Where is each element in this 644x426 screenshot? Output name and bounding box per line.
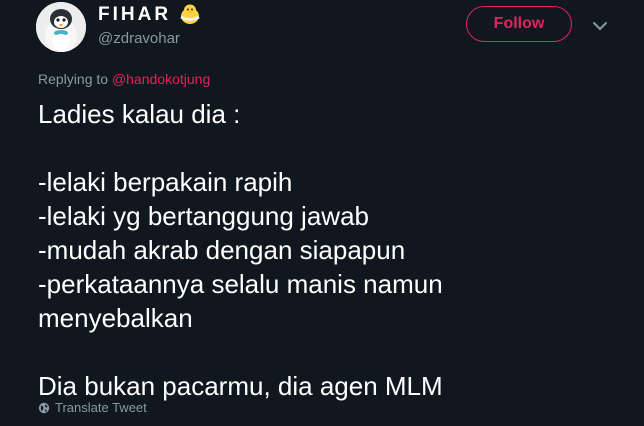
baby-chick-icon xyxy=(180,4,200,24)
translate-tweet-label: Translate Tweet xyxy=(55,400,147,415)
follow-button[interactable]: Follow xyxy=(466,6,572,42)
translate-tweet-link[interactable]: Translate Tweet xyxy=(38,400,147,415)
replying-to: Replying to @handokotjung xyxy=(38,71,210,87)
chevron-down-icon[interactable] xyxy=(590,16,610,36)
user-handle[interactable]: @zdravohar xyxy=(98,30,180,47)
avatar[interactable] xyxy=(36,2,86,52)
tweet-text: Ladies kalau dia : -lelaki berpakain rap… xyxy=(38,99,443,401)
tweet-card: FIHAR @zdravohar Follow Replying to @han… xyxy=(0,0,644,426)
globe-icon xyxy=(38,402,50,413)
penguin-avatar-icon xyxy=(36,2,86,52)
replying-to-label: Replying to xyxy=(38,71,109,87)
display-name[interactable]: FIHAR xyxy=(98,4,171,26)
reply-mention-link[interactable]: @handokotjung xyxy=(112,71,210,87)
